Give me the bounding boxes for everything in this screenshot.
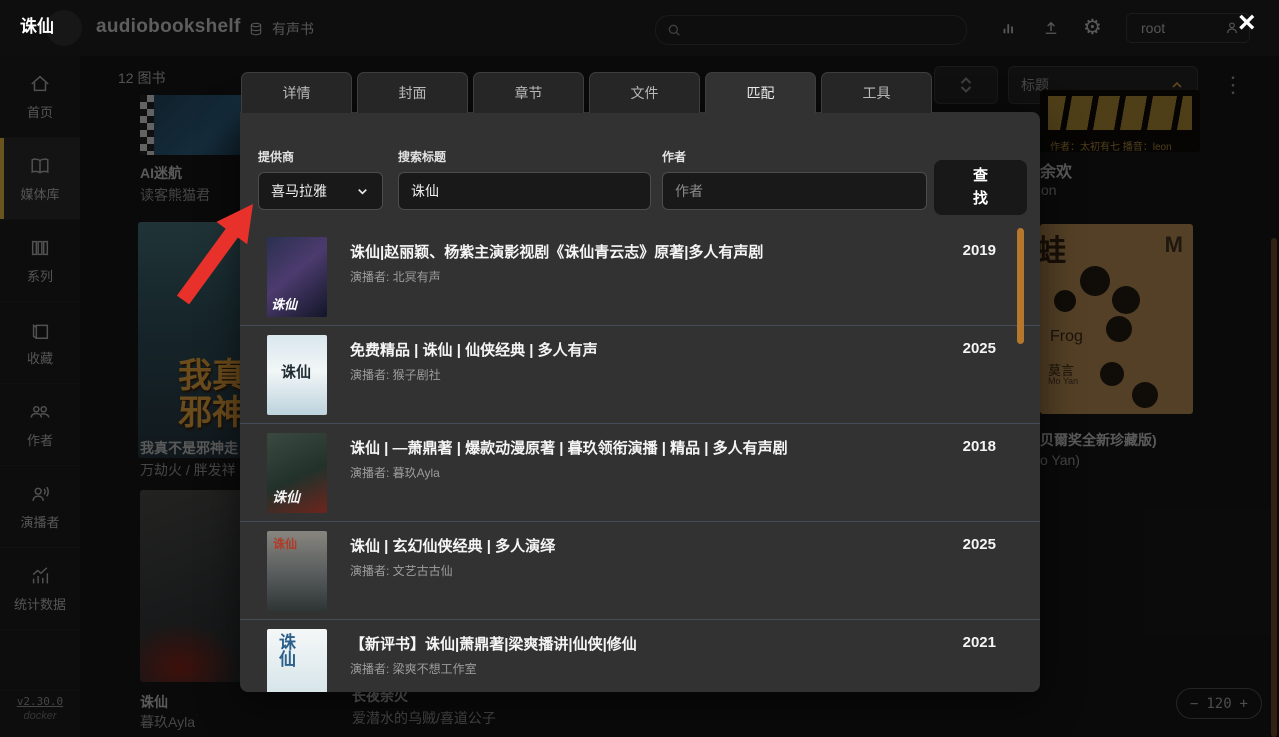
modal-tabs: 详情 封面 章节 文件 匹配 工具 <box>241 72 932 113</box>
match-results-list: 诛仙 诛仙|赵丽颖、杨紫主演影视剧《诛仙青云志》原著|多人有声剧 演播者: 北冥… <box>240 228 1040 692</box>
search-button[interactable]: 查找 <box>934 160 1027 215</box>
result-title: 诛仙 | —萧鼎著 | 爆款动漫原著 | 暮玖领衔演播 | 精品 | 多人有声剧 <box>350 437 944 458</box>
cover-art-text: 诛仙 <box>273 633 298 667</box>
search-title-field-group: 搜索标题 <box>398 148 651 210</box>
cover-art-text: 诛仙 <box>281 361 311 382</box>
provider-field-group: 提供商 喜马拉雅 <box>258 148 383 210</box>
match-result-row[interactable]: 诛仙 诛仙 | —萧鼎著 | 爆款动漫原著 | 暮玖领衔演播 | 精品 | 多人… <box>240 424 1040 522</box>
provider-select[interactable]: 喜马拉雅 <box>258 172 383 210</box>
result-year: 2019 <box>963 242 996 259</box>
result-year: 2025 <box>963 536 996 553</box>
result-meta: 【新评书】诛仙|萧鼎著|梁爽播讲|仙侠|修仙 演播者: 梁爽不想工作室 <box>350 633 944 677</box>
tab-tools[interactable]: 工具 <box>821 72 932 113</box>
result-narrator: 演播者: 猴子剧社 <box>350 366 944 383</box>
result-title: 诛仙|赵丽颖、杨紫主演影视剧《诛仙青云志》原著|多人有声剧 <box>350 241 944 262</box>
match-result-row[interactable]: 诛仙 【新评书】诛仙|萧鼎著|梁爽播讲|仙侠|修仙 演播者: 梁爽不想工作室 2… <box>240 620 1040 692</box>
provider-value: 喜马拉雅 <box>271 181 327 201</box>
result-meta: 诛仙|赵丽颖、杨紫主演影视剧《诛仙青云志》原著|多人有声剧 演播者: 北冥有声 <box>350 241 944 285</box>
result-narrator: 演播者: 北冥有声 <box>350 268 944 285</box>
tab-details[interactable]: 详情 <box>241 72 352 113</box>
app-root: audiobookshelf 有声书 ⚙ root 首页 媒体库 <box>0 0 1279 737</box>
result-meta: 诛仙 | 玄幻仙侠经典 | 多人演绎 演播者: 文艺古古仙 <box>350 535 944 579</box>
result-year: 2025 <box>963 340 996 357</box>
author-label: 作者 <box>662 148 927 165</box>
close-icon[interactable]: × <box>1238 8 1256 38</box>
result-meta: 免费精品 | 诛仙 | 仙侠经典 | 多人有声 演播者: 猴子剧社 <box>350 339 944 383</box>
result-title: 诛仙 | 玄幻仙侠经典 | 多人演绎 <box>350 535 944 556</box>
match-result-row[interactable]: 诛仙 诛仙 | 玄幻仙侠经典 | 多人演绎 演播者: 文艺古古仙 2025 <box>240 522 1040 620</box>
result-title: 【新评书】诛仙|萧鼎著|梁爽播讲|仙侠|修仙 <box>350 633 944 654</box>
result-cover: 诛仙 <box>267 629 327 692</box>
results-scrollbar[interactable] <box>1017 228 1024 344</box>
result-narrator: 演播者: 梁爽不想工作室 <box>350 660 944 677</box>
tab-files[interactable]: 文件 <box>589 72 700 113</box>
result-cover: 诛仙 <box>267 237 327 317</box>
author-field-group: 作者 <box>662 148 927 210</box>
chevron-down-icon <box>355 184 370 199</box>
result-cover: 诛仙 <box>267 433 327 513</box>
result-cover: 诛仙 <box>267 531 327 611</box>
result-year: 2021 <box>963 634 996 651</box>
result-narrator: 演播者: 文艺古古仙 <box>350 562 944 579</box>
match-result-row[interactable]: 诛仙 免费精品 | 诛仙 | 仙侠经典 | 多人有声 演播者: 猴子剧社 202… <box>240 326 1040 424</box>
provider-label: 提供商 <box>258 148 383 165</box>
result-cover: 诛仙 <box>267 335 327 415</box>
result-year: 2018 <box>963 438 996 455</box>
search-title-input[interactable] <box>398 172 651 210</box>
author-input[interactable] <box>662 172 927 210</box>
cover-art-text: 诛仙 <box>271 294 297 313</box>
match-result-row[interactable]: 诛仙 诛仙|赵丽颖、杨紫主演影视剧《诛仙青云志》原著|多人有声剧 演播者: 北冥… <box>240 228 1040 326</box>
tab-chapters[interactable]: 章节 <box>473 72 584 113</box>
tab-cover[interactable]: 封面 <box>357 72 468 113</box>
tab-match[interactable]: 匹配 <box>705 72 816 113</box>
result-narrator: 演播者: 暮玖Ayla <box>350 464 944 481</box>
cover-art-text: 诛仙 <box>273 535 297 552</box>
search-title-label: 搜索标题 <box>398 148 651 165</box>
result-meta: 诛仙 | —萧鼎著 | 爆款动漫原著 | 暮玖领衔演播 | 精品 | 多人有声剧… <box>350 437 944 481</box>
modal-item-title: 诛仙 <box>20 12 54 37</box>
match-panel: 提供商 喜马拉雅 搜索标题 作者 查找 诛仙 诛仙|赵丽颖、杨紫主演影视剧《诛仙… <box>240 112 1040 692</box>
result-title: 免费精品 | 诛仙 | 仙侠经典 | 多人有声 <box>350 339 944 360</box>
cover-art-text: 诛仙 <box>272 487 300 507</box>
